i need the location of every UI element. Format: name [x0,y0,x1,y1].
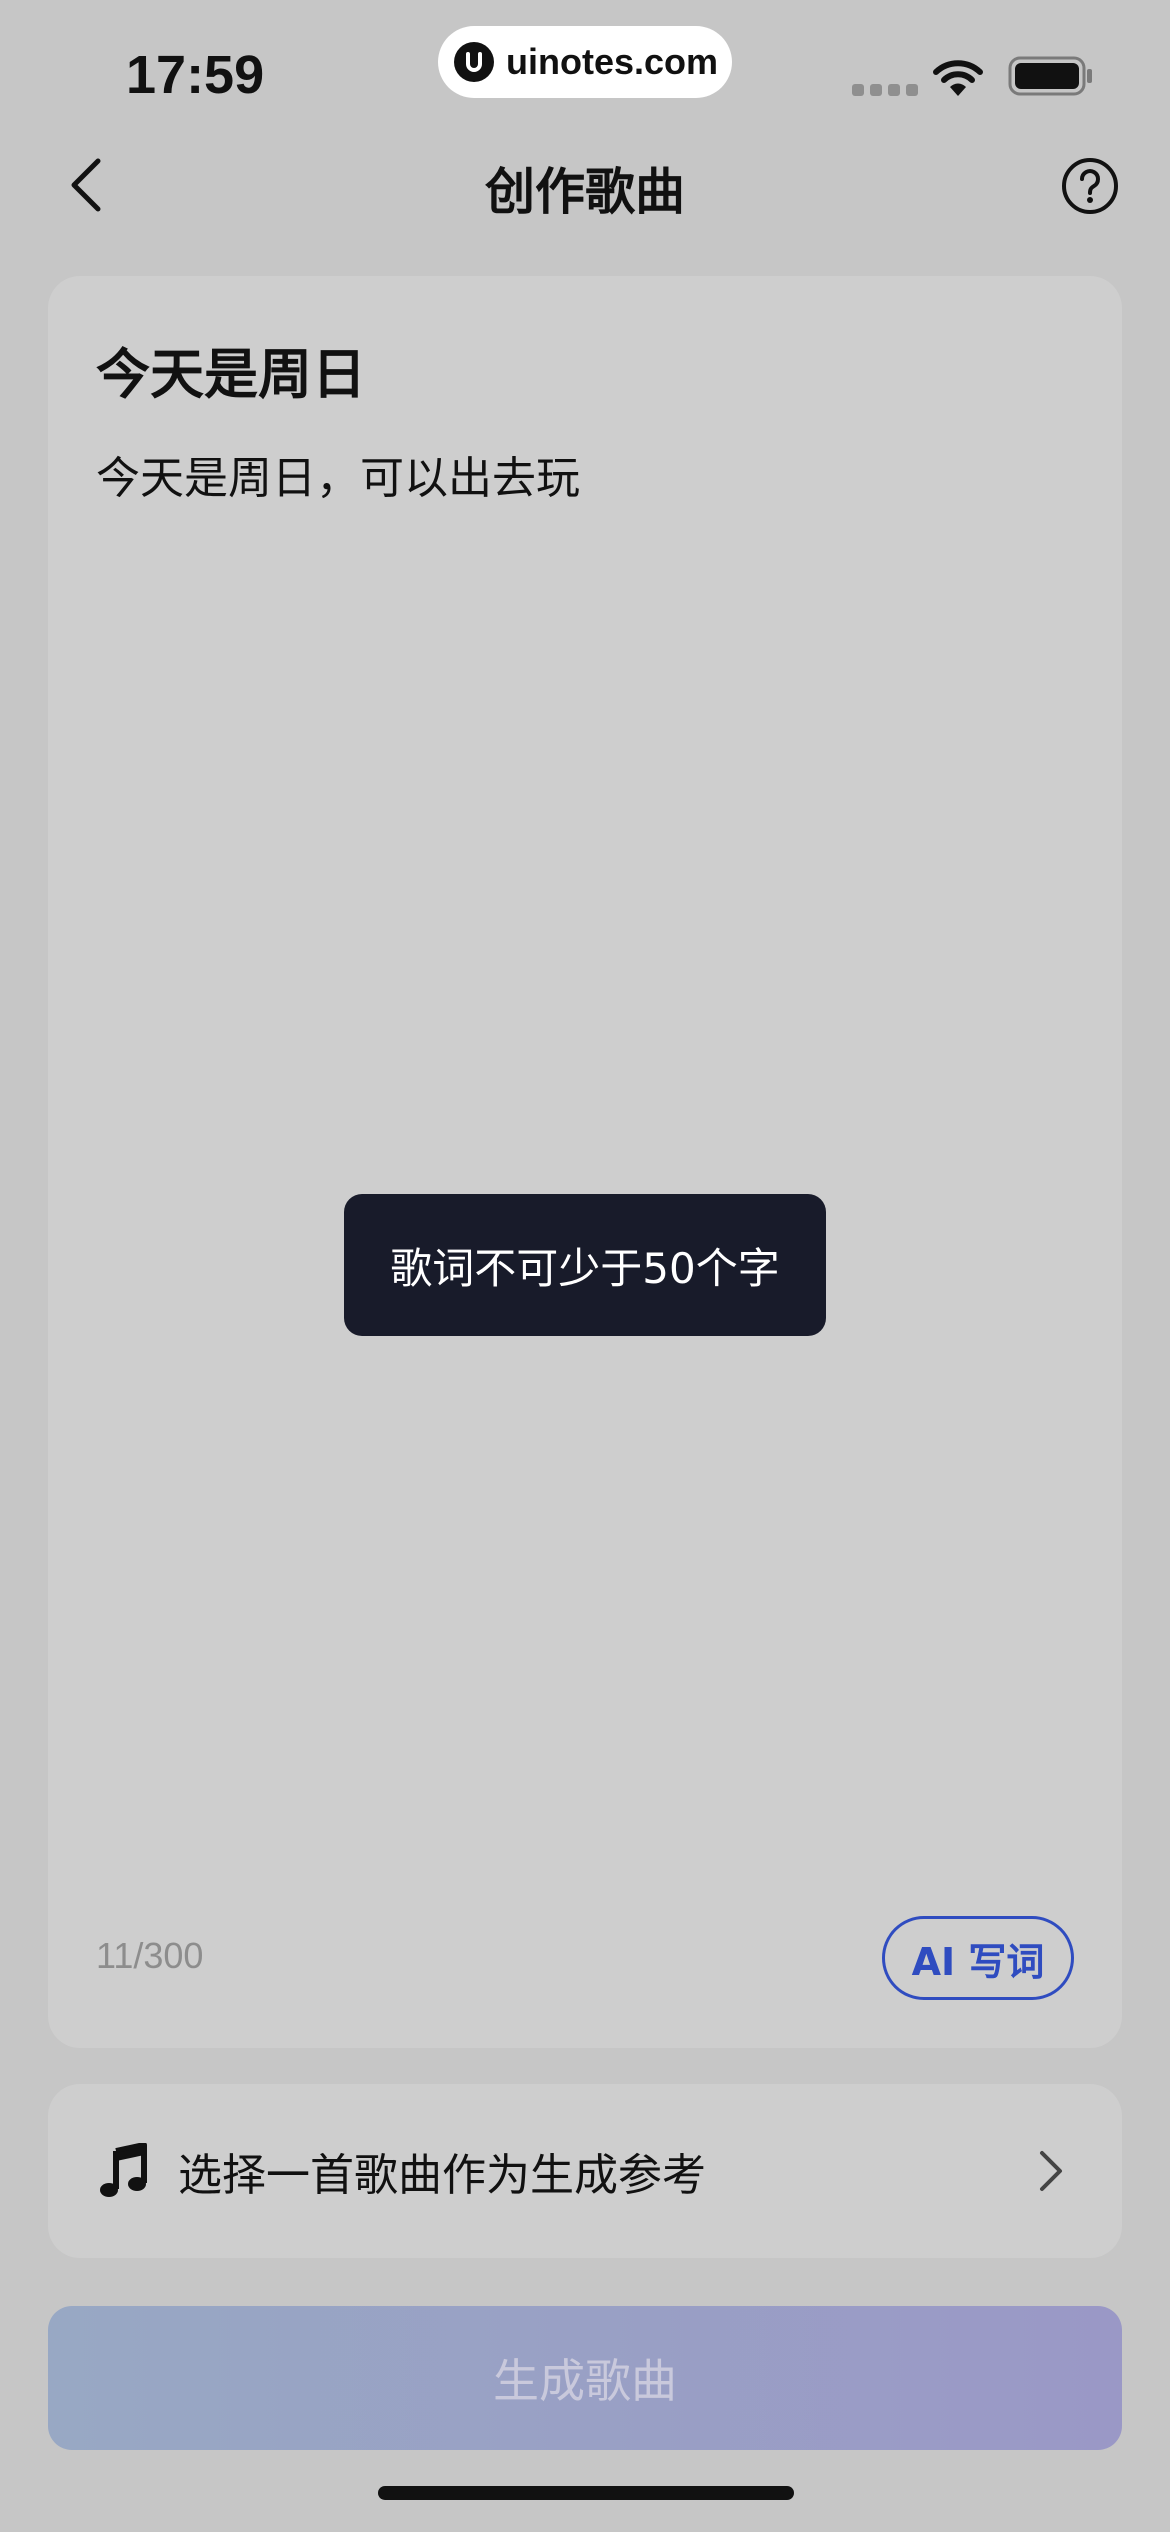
home-indicator[interactable] [378,2486,794,2500]
battery-icon [1008,56,1092,96]
character-count: 11/300 [96,1935,204,1976]
generate-song-button[interactable]: 生成歌曲 [48,2306,1122,2450]
signal-icon [852,84,918,96]
status-time: 17:59 [126,45,265,105]
url-text: uinotes.com [506,41,719,82]
page-title: 创作歌曲 [485,163,685,221]
help-button[interactable] [1060,156,1120,216]
reference-song-label: 选择一首歌曲作为生成参考 [178,2150,706,2201]
lyrics-text-area[interactable]: 今天是周日，可以出去玩 [96,442,580,506]
site-logo-icon [454,42,494,82]
ai-write-lyrics-button[interactable]: AI 写词 [882,1916,1074,2000]
music-note-icon [100,2143,147,2197]
chevron-right-icon [1040,2151,1062,2191]
question-circle-icon [1062,158,1118,214]
wifi-icon [933,60,983,96]
toast-message: 歌词不可少于50个字 [344,1194,826,1336]
url-pill: uinotes.com [438,26,732,98]
lyrics-card [48,276,1122,2048]
lyrics-title[interactable]: 今天是周日 [96,330,366,409]
select-reference-song-row[interactable]: 选择一首歌曲作为生成参考 [48,2084,1122,2258]
